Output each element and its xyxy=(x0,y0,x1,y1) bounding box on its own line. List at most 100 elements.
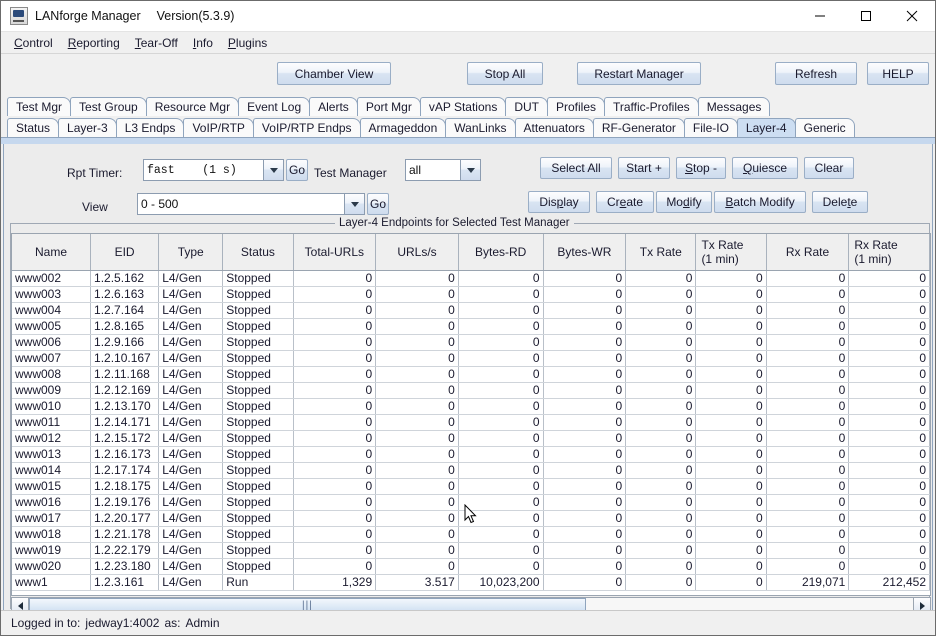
stop--button[interactable]: Stop - xyxy=(676,157,726,179)
cell-eid: 1.2.19.176 xyxy=(90,494,160,511)
menu-item-info[interactable]: Info xyxy=(186,35,221,51)
create-button[interactable]: Cr e ate xyxy=(596,191,654,213)
column-header-eid[interactable]: EID xyxy=(90,234,160,271)
column-header-type[interactable]: Type xyxy=(158,234,224,271)
tab-event-log[interactable]: Event Log xyxy=(238,97,311,116)
tab-dut[interactable]: DUT xyxy=(505,97,548,116)
display-button[interactable]: Dis p lay xyxy=(528,191,590,213)
cell-tx-rate: 0 xyxy=(625,558,697,575)
rpt-timer-combo[interactable]: fast (1 s) xyxy=(143,159,284,181)
cell-total-urls: 0 xyxy=(293,558,377,575)
clear-button[interactable]: Clear xyxy=(804,157,854,179)
table-row[interactable]: www018 1.2.21.178 L4/Gen Stopped 0 0 0 0 0 0 0 0 xyxy=(12,526,930,543)
cell-eid: 1.2.11.168 xyxy=(90,366,160,383)
table-row[interactable]: www010 1.2.13.170 L4/Gen Stopped 0 0 0 0 0 0 0 0 xyxy=(12,398,930,415)
tab-rf-generator[interactable]: RF-Generator xyxy=(592,118,685,137)
column-header-urls-s[interactable]: URLs/s xyxy=(375,234,459,271)
table-row[interactable]: www004 1.2.7.164 L4/Gen Stopped 0 0 0 0 0 0 0 0 xyxy=(12,302,930,319)
table-row[interactable]: www016 1.2.19.176 L4/Gen Stopped 0 0 0 0 0 0 0 0 xyxy=(12,494,930,511)
table-row[interactable]: www015 1.2.18.175 L4/Gen Stopped 0 0 0 0 0 0 0 0 xyxy=(12,478,930,495)
tab-wanlinks[interactable]: WanLinks xyxy=(445,118,516,137)
table-row[interactable]: www008 1.2.11.168 L4/Gen Stopped 0 0 0 0 0 0 0 0 xyxy=(12,366,930,383)
column-header-bytes-wr[interactable]: Bytes-WR xyxy=(543,234,627,271)
tab-vap-stations[interactable]: vAP Stations xyxy=(419,97,507,116)
chevron-down-icon[interactable] xyxy=(344,194,364,214)
close-icon[interactable] xyxy=(889,1,935,31)
tab-port-mgr[interactable]: Port Mgr xyxy=(356,97,421,116)
tab-resource-mgr[interactable]: Resource Mgr xyxy=(145,97,240,116)
tab-messages[interactable]: Messages xyxy=(697,97,771,116)
column-header-tx-rate-1min[interactable]: Tx Rate (1 min) xyxy=(695,234,767,271)
tab-file-io[interactable]: File-IO xyxy=(683,118,738,137)
column-header-total-urls[interactable]: Total-URLs xyxy=(293,234,377,271)
cell-tx-rate: 0 xyxy=(695,558,767,575)
tab-voip-rtp[interactable]: VoIP/RTP xyxy=(183,118,254,137)
cell-bytes-wr: 0 xyxy=(543,270,627,287)
batch-modify-button[interactable]: Batch Modify xyxy=(714,191,806,213)
view-combo[interactable]: 0 - 500 xyxy=(137,193,365,215)
help-button[interactable]: HELP xyxy=(867,62,929,85)
tab-voip-rtp-endps[interactable]: VoIP/RTP Endps xyxy=(252,118,361,137)
view-go-button[interactable]: Go xyxy=(367,193,389,215)
table-row[interactable]: www014 1.2.17.174 L4/Gen Stopped 0 0 0 0 0 0 0 0 xyxy=(12,462,930,479)
table-row[interactable]: www1 1.2.3.161 L4/Gen Run 1,329 3.517 10,023,2… xyxy=(12,574,930,591)
menu-item-control[interactable]: Control xyxy=(7,35,61,51)
tab-layer-3[interactable]: Layer-3 xyxy=(58,118,117,137)
maximize-icon[interactable] xyxy=(843,1,889,31)
column-header-bytes-rd[interactable]: Bytes-RD xyxy=(458,234,544,271)
column-header-rx-rate[interactable]: Rx Rate xyxy=(766,234,850,271)
chevron-down-icon[interactable] xyxy=(263,160,283,180)
tab-profiles[interactable]: Profiles xyxy=(546,97,605,116)
rpt-timer-go-button[interactable]: Go xyxy=(286,159,308,181)
chevron-down-icon[interactable] xyxy=(460,160,480,180)
menu-item-plugins[interactable]: Plugins xyxy=(221,35,275,51)
restart-manager-button[interactable]: Restart Manager xyxy=(577,62,701,85)
tab-generic[interactable]: Generic xyxy=(794,118,855,137)
cell-name: www002 xyxy=(12,270,92,287)
chamber-view-button[interactable]: Chamber View xyxy=(277,62,391,85)
refresh-button[interactable]: Refresh xyxy=(775,62,857,85)
minimize-icon[interactable] xyxy=(797,1,843,31)
table-row[interactable]: www007 1.2.10.167 L4/Gen Stopped 0 0 0 0 0 0 0 0 xyxy=(12,350,930,367)
select-all-button[interactable]: Select All xyxy=(540,157,612,179)
table-row[interactable]: www017 1.2.20.177 L4/Gen Stopped 0 0 0 0 0 0 0 0 xyxy=(12,510,930,527)
menu-item-tear-off[interactable]: Tear-Off xyxy=(128,35,186,51)
column-header-tx-rate[interactable]: Tx Rate xyxy=(625,234,697,271)
start--button[interactable]: Start + xyxy=(618,157,670,179)
test-manager-combo[interactable]: all xyxy=(405,159,481,181)
tab-test-mgr[interactable]: Test Mgr xyxy=(7,97,72,116)
table-row[interactable]: www020 1.2.23.180 L4/Gen Stopped 0 0 0 0 0 0 0 0 xyxy=(12,558,930,575)
tab-l3-endps[interactable]: L3 Endps xyxy=(115,118,185,137)
tab-status[interactable]: Status xyxy=(7,118,60,137)
tab-layer-4[interactable]: Layer-4 xyxy=(736,118,796,137)
scroll-right-icon[interactable] xyxy=(913,598,930,610)
tab-armageddon[interactable]: Armageddon xyxy=(359,118,447,137)
cell-rx-rate: 0 xyxy=(848,414,930,431)
delete-button[interactable]: Dele t e xyxy=(812,191,868,213)
table-row[interactable]: www005 1.2.8.165 L4/Gen Stopped 0 0 0 0 0 0 0 0 xyxy=(12,318,930,335)
column-header-rx-rate-1min[interactable]: Rx Rate (1 min) xyxy=(848,234,930,271)
quiesce-button[interactable]: Quiesce xyxy=(732,157,798,179)
stop-all-button[interactable]: Stop All xyxy=(467,62,543,85)
tab-traffic-profiles[interactable]: Traffic-Profiles xyxy=(604,97,699,116)
table-row[interactable]: www011 1.2.14.171 L4/Gen Stopped 0 0 0 0 0 0 0 0 xyxy=(12,414,930,431)
cell-tx-rate: 0 xyxy=(695,542,767,559)
menu-item-reporting[interactable]: Reporting xyxy=(61,35,128,51)
column-header-status[interactable]: Status xyxy=(222,234,294,271)
tab-alerts[interactable]: Alerts xyxy=(309,97,358,116)
table-row[interactable]: www006 1.2.9.166 L4/Gen Stopped 0 0 0 0 0 0 0 0 xyxy=(12,334,930,351)
modify-button[interactable]: Mo d ify xyxy=(656,191,712,213)
scroll-thumb[interactable]: ||| xyxy=(29,598,586,610)
scroll-left-icon[interactable] xyxy=(12,598,29,610)
table-row[interactable]: www012 1.2.15.172 L4/Gen Stopped 0 0 0 0 0 0 0 0 xyxy=(12,430,930,447)
table-row[interactable]: www019 1.2.22.179 L4/Gen Stopped 0 0 0 0 0 0 0 0 xyxy=(12,542,930,559)
table-row[interactable]: www002 1.2.5.162 L4/Gen Stopped 0 0 0 0 0 0 0 0 xyxy=(12,270,930,287)
table-row[interactable]: www003 1.2.6.163 L4/Gen Stopped 0 0 0 0 0 0 0 0 xyxy=(12,286,930,303)
table-row[interactable]: www013 1.2.16.173 L4/Gen Stopped 0 0 0 0 0 0 0 0 xyxy=(12,446,930,463)
scroll-track[interactable]: ||| xyxy=(29,598,913,610)
tab-attenuators[interactable]: Attenuators xyxy=(514,118,594,137)
table-horizontal-scrollbar[interactable]: ||| xyxy=(11,597,931,610)
column-header-name[interactable]: Name xyxy=(12,234,92,271)
table-row[interactable]: www009 1.2.12.169 L4/Gen Stopped 0 0 0 0 0 0 0 0 xyxy=(12,382,930,399)
tab-test-group[interactable]: Test Group xyxy=(70,97,147,116)
